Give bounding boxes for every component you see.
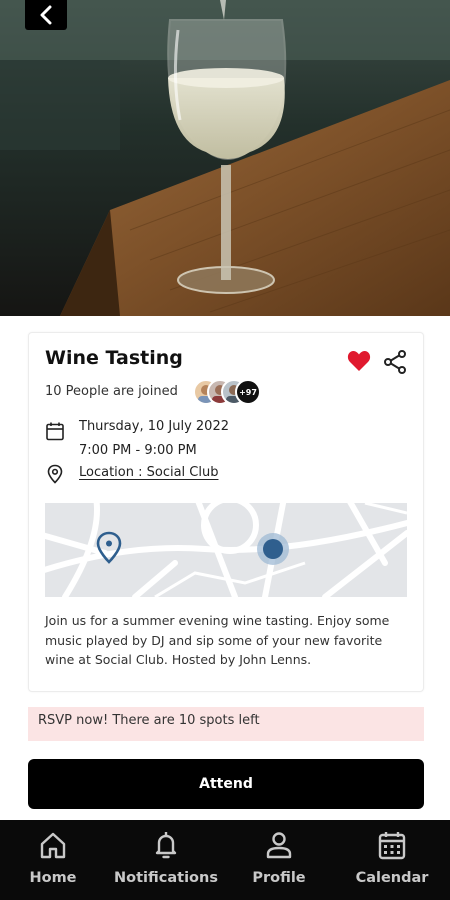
tab-label: Calendar <box>355 870 429 886</box>
calendar-icon <box>46 422 64 441</box>
tab-profile[interactable]: Profile <box>248 830 310 894</box>
favorite-heart-icon[interactable] <box>347 350 371 372</box>
tab-calendar[interactable]: Calendar <box>356 830 428 894</box>
share-icon[interactable] <box>383 349 407 375</box>
current-location-dot-icon <box>257 533 289 565</box>
event-time: 7:00 PM - 9:00 PM <box>79 443 197 458</box>
profile-icon <box>266 832 292 859</box>
back-button[interactable] <box>25 0 67 30</box>
joined-count: 10 People are joined <box>45 384 178 399</box>
tab-notifications[interactable]: Notifications <box>114 830 218 894</box>
event-date: Thursday, 10 July 2022 <box>79 419 229 434</box>
event-location-map[interactable] <box>45 503 407 597</box>
map-pin-icon <box>96 531 122 564</box>
event-description: Join us for a summer evening wine tastin… <box>45 613 390 667</box>
chevron-left-icon <box>40 5 52 25</box>
tab-label: Home <box>29 870 77 886</box>
event-location-link[interactable]: Location : Social Club <box>79 465 218 480</box>
more-attendees-badge: +97 <box>235 379 261 405</box>
attendee-avatars[interactable]: +97 <box>193 379 273 405</box>
rsvp-banner: RSVP now! There are 10 spots left <box>28 707 424 741</box>
location-pin-icon <box>47 464 63 484</box>
attend-button[interactable]: Attend <box>28 759 424 809</box>
event-hero-image <box>0 0 450 316</box>
event-title: Wine Tasting <box>45 347 183 369</box>
event-details-card: Wine Tasting 10 People are joined +97 Th… <box>28 332 424 692</box>
tab-label: Profile <box>252 870 306 886</box>
tab-home[interactable]: Home <box>24 830 82 894</box>
tab-label: Notifications <box>114 870 218 886</box>
calendar-icon <box>378 832 406 860</box>
bell-icon <box>155 832 177 859</box>
bottom-tab-bar: Home Notifications Profile Calendar <box>0 820 450 900</box>
home-icon <box>40 832 66 859</box>
